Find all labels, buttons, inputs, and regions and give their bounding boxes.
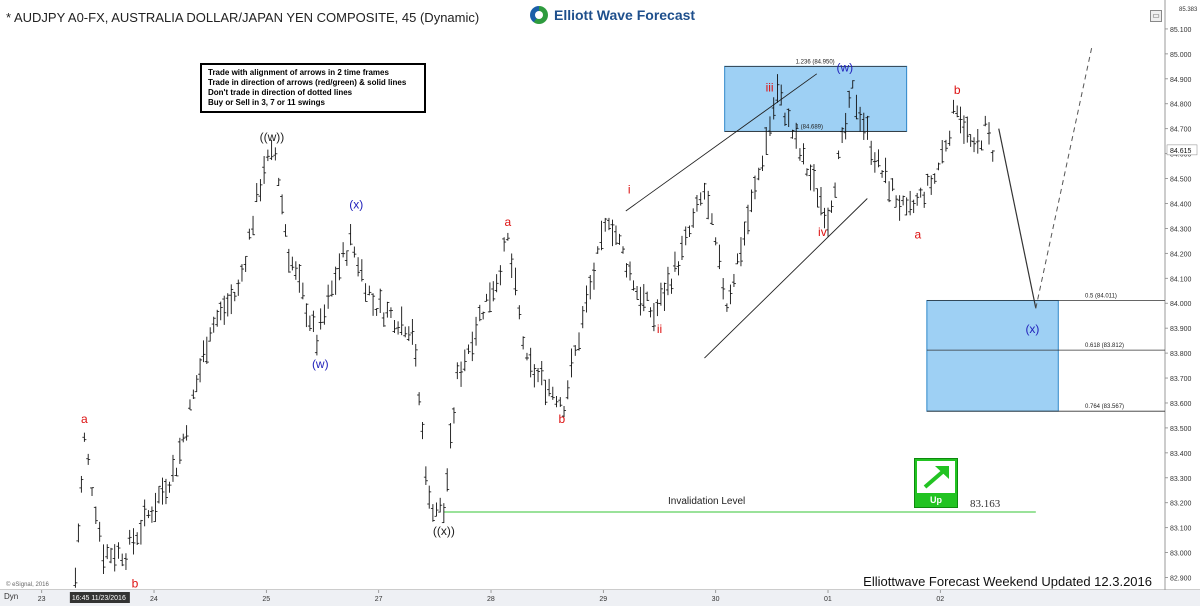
lower-target-zone	[926, 299, 1059, 412]
x-tick-label: 16:45 11/23/2016	[72, 595, 126, 602]
x-tick-label: 25	[262, 596, 270, 603]
y-tick-label: 83.100	[1170, 526, 1192, 533]
y-tick-label: 84.900	[1170, 77, 1192, 84]
y-tick-label: 84.700	[1170, 127, 1192, 134]
y-tick-label: 84.300	[1170, 226, 1192, 233]
copyright-text: © eSignal, 2016	[6, 582, 49, 588]
rule-line: Trade with alignment of arrows in 2 time…	[208, 68, 389, 77]
price-chart: 1.236 (84.950) 1 (84.689) 0.5 (84.011) 0.61…	[0, 0, 1200, 606]
price-top-label: 85.383	[1179, 7, 1198, 13]
y-tick-label: 85.100	[1170, 27, 1192, 34]
invalidation-value: 83.163	[970, 498, 1001, 510]
y-tick-label: 83.700	[1170, 376, 1192, 383]
y-tick-label: 83.800	[1170, 351, 1192, 358]
up-signal-label: Up	[930, 495, 942, 505]
y-tick-label: 83.600	[1170, 401, 1192, 408]
fib-level-label: 1.236 (84.950)	[796, 59, 835, 65]
x-tick-label: 27	[375, 596, 383, 603]
dyn-label: Dyn	[4, 592, 19, 601]
y-tick-label: 84.800	[1170, 102, 1192, 109]
logo-text: Elliott Wave Forecast	[554, 7, 696, 23]
fib-level-label: 0.764 (83.567)	[1085, 404, 1124, 410]
upper-target-zone	[724, 65, 908, 132]
y-tick-label: 84.400	[1170, 201, 1192, 208]
up-arrow-icon	[917, 461, 955, 493]
wave-label: a	[81, 412, 88, 426]
fib-level-label: 1 (84.689)	[796, 124, 823, 130]
wave-label: (x)	[1025, 322, 1039, 336]
y-tick-label: 84.000	[1170, 301, 1192, 308]
y-tick-label: 83.500	[1170, 426, 1192, 433]
wave-label: b	[132, 577, 139, 591]
x-tick-label: 29	[599, 596, 607, 603]
wave-label: iv	[818, 225, 827, 239]
x-tick-label: 28	[487, 596, 495, 603]
y-tick-label: 83.300	[1170, 476, 1192, 483]
logo-icon	[530, 6, 548, 24]
wave-label: a	[505, 215, 512, 229]
updated-footer: Elliottwave Forecast Weekend Updated 12.…	[863, 574, 1152, 589]
rule-line: Trade in direction of arrows (red/green)…	[208, 78, 407, 87]
chart-title: * AUDJPY A0-FX, AUSTRALIA DOLLAR/JAPAN Y…	[6, 10, 480, 25]
x-tick-label: 02	[936, 596, 944, 603]
y-tick-label: 84.100	[1170, 276, 1192, 283]
x-tick-label: 23	[38, 596, 46, 603]
up-signal-button: Up	[914, 458, 958, 508]
fib-level-label: 0.618 (83.812)	[1085, 343, 1124, 349]
rules-box: Trade with alignment of arrows in 2 time…	[200, 63, 426, 113]
x-tick-label: 30	[712, 596, 720, 603]
rule-line: Buy or Sell in 3, 7 or 11 swings	[208, 98, 325, 107]
y-tick-label: 85.000	[1170, 52, 1192, 59]
wave-label: b	[954, 83, 961, 97]
wave-label: (x)	[349, 197, 363, 211]
y-tick-label: 83.200	[1170, 501, 1192, 508]
y-tick-label: 83.900	[1170, 326, 1192, 333]
wave-label: iii	[766, 80, 774, 94]
wave-label: ii	[657, 322, 662, 336]
x-tick-label: 01	[824, 596, 832, 603]
y-tick-label: 83.000	[1170, 551, 1192, 558]
wave-label: ((w))	[260, 130, 285, 144]
rule-line: Don't trade in direction of dotted lines	[208, 88, 353, 97]
wave-label: ((x))	[433, 524, 455, 538]
x-tick-label: 24	[150, 596, 158, 603]
invalidation-label: Invalidation Level	[668, 496, 745, 507]
brand-logo: Elliott Wave Forecast	[530, 6, 695, 24]
wave-label: i	[628, 183, 631, 197]
y-tick-label: 84.500	[1170, 177, 1192, 184]
y-tick-label: 84.200	[1170, 251, 1192, 258]
y-tick-label: 83.400	[1170, 451, 1192, 458]
chart-menu-icon[interactable]: ▭	[1150, 10, 1162, 22]
y-tick-label: 82.900	[1170, 576, 1192, 583]
wave-label: (w)	[837, 60, 854, 74]
last-price-label: 84.615	[1170, 148, 1192, 155]
wave-label: (w)	[312, 357, 329, 371]
fib-level-label: 0.5 (84.011)	[1085, 293, 1117, 299]
wave-label: a	[915, 227, 922, 241]
wave-label: b	[558, 412, 565, 426]
